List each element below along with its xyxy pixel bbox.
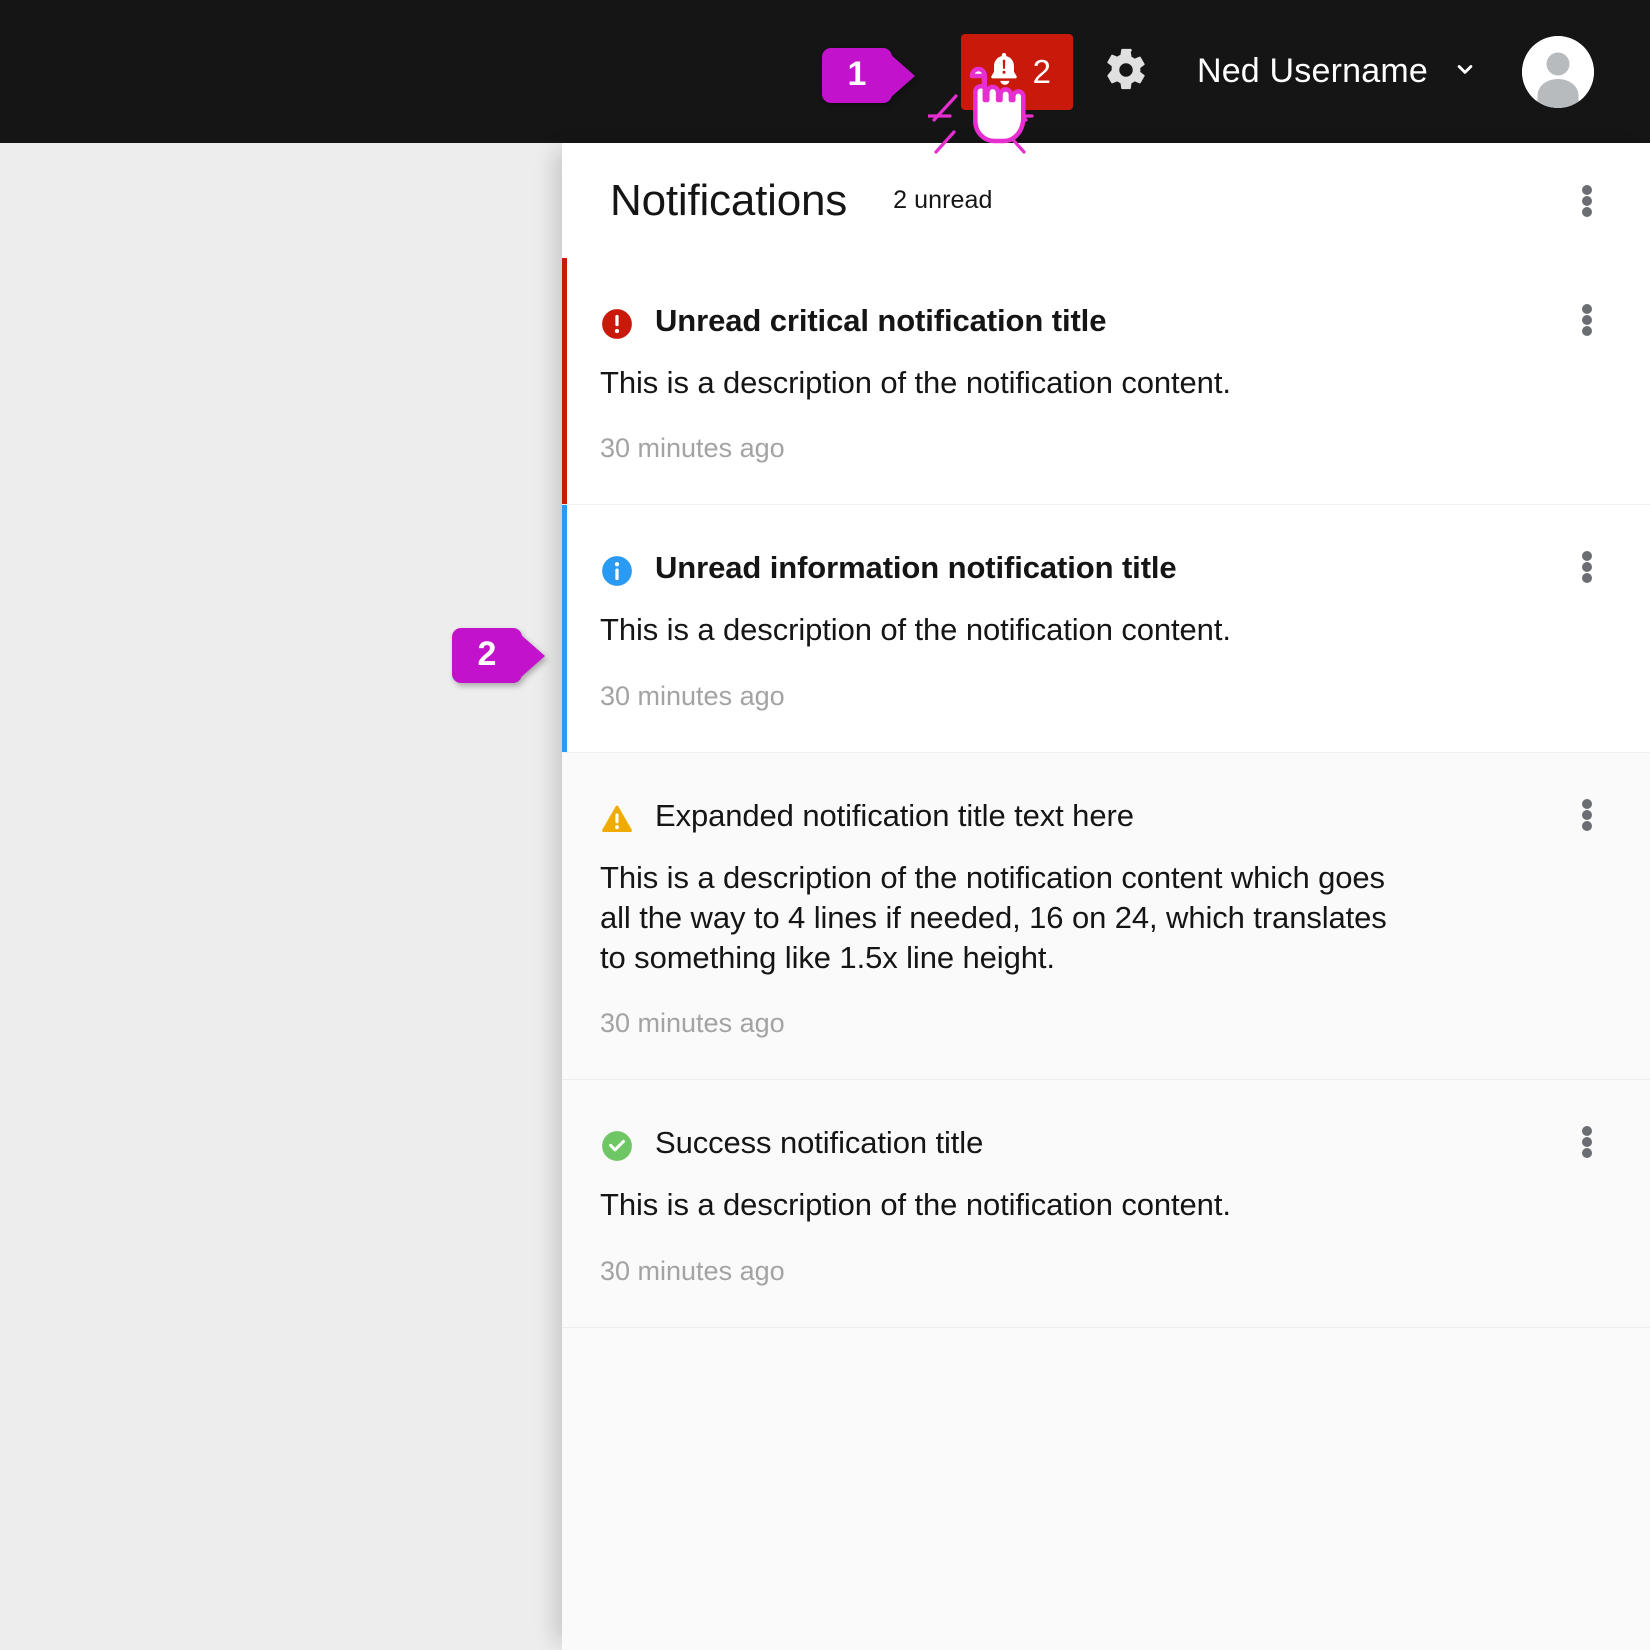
settings-button[interactable] [1095,41,1157,103]
notification-timestamp: 30 minutes ago [600,433,785,464]
notification-item-info[interactable]: Unread information notification title Th… [562,505,1650,753]
notification-kebab-menu-button[interactable] [1572,551,1602,584]
callout-label: 2 [452,628,522,684]
callout-label: 1 [822,48,892,104]
callout-arrow-icon [520,633,545,678]
notification-description: This is a description of the notificatio… [600,365,1231,400]
gear-icon [1103,47,1149,96]
user-name-label: Ned Username [1196,52,1428,90]
notification-drawer: Notifications 2 unread Unread critical n… [562,143,1650,1650]
page-background [0,143,562,1650]
info-circle-icon [602,556,632,587]
callout-marker-1: 1 [822,48,915,104]
notification-count-badge: 2 [1032,53,1052,90]
notification-kebab-menu-button[interactable] [1572,798,1602,831]
kebab-menu-icon [1582,798,1592,809]
notification-timestamp: 30 minutes ago [600,680,785,711]
status-accent-bar [562,258,567,505]
notification-item-success[interactable]: Success notification title This is a des… [562,1080,1650,1328]
kebab-menu-icon [1582,185,1592,195]
kebab-menu-icon [1582,551,1592,562]
notification-title: Expanded notification title text here [655,797,1134,833]
notification-item-critical[interactable]: Unread critical notification title This … [562,258,1650,506]
masthead-toolbar: 2 Ned Username [960,0,1650,143]
bell-with-exclamation-icon [983,49,1025,94]
user-menu-toggle[interactable]: Ned Username [1197,52,1480,91]
check-circle-icon [602,1131,632,1162]
exclamation-triangle-icon [602,805,632,832]
notification-description: This is a description of the notificatio… [600,612,1231,648]
notification-timestamp: 30 minutes ago [600,1255,785,1286]
notification-kebab-menu-button[interactable] [1572,1126,1602,1159]
chevron-down-icon [1450,54,1480,89]
exclamation-circle-icon [602,309,632,339]
kebab-menu-icon [1582,304,1592,314]
notification-description: This is a description of the notificatio… [600,859,1387,976]
notification-drawer-header: Notifications 2 unread [562,143,1650,258]
kebab-menu-icon [1582,1126,1592,1137]
notification-description: This is a description of the notificatio… [600,1187,1231,1223]
notification-title: Unread information notification title [655,550,1177,586]
notification-timestamp: 30 minutes ago [600,1008,785,1039]
avatar[interactable] [1522,35,1594,108]
callout-marker-2: 2 [452,628,545,684]
drawer-kebab-menu-button[interactable] [1572,185,1602,217]
notification-list: Unread critical notification title This … [562,258,1650,1328]
user-avatar-icon [1522,35,1594,108]
notification-kebab-menu-button[interactable] [1572,304,1602,336]
page-title: Notifications [610,175,848,225]
notification-item-warning[interactable]: Expanded notification title text here Th… [562,752,1650,1081]
notifications-bell-button[interactable]: 2 [960,33,1073,110]
callout-arrow-icon [890,53,915,98]
notification-title: Unread critical notification title [655,303,1107,338]
status-accent-bar [562,505,567,752]
unread-count-label: 2 unread [893,186,993,214]
notification-title: Success notification title [655,1125,984,1161]
